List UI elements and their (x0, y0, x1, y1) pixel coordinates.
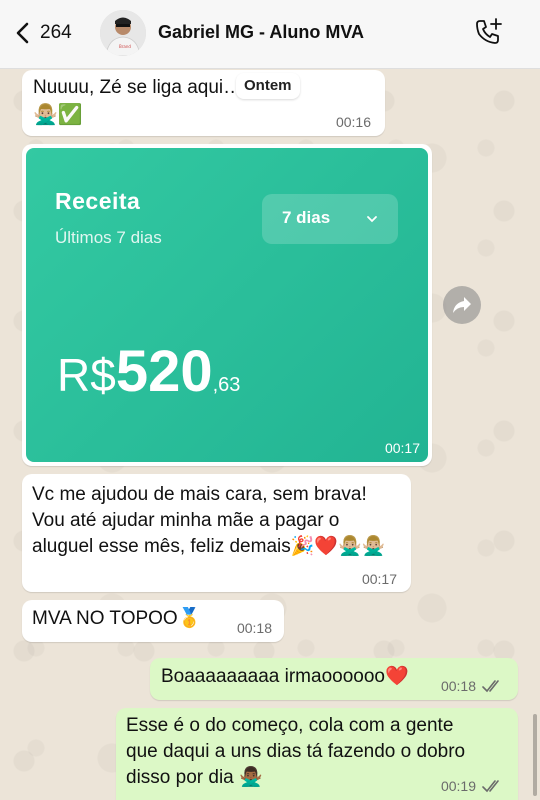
image-message-bubble[interactable]: Receita Últimos 7 dias 7 dias R$520,63 0… (22, 144, 432, 466)
back-button[interactable]: 264 (14, 18, 72, 48)
message-bubble-incoming[interactable]: Vc me ajudou de mais cara, sem brava! Vo… (22, 474, 411, 592)
message-bubble-outgoing[interactable]: Boaaaaaaaaa irmaoooooo❤️ 00:18 (150, 658, 518, 700)
revenue-amount: R$520,63 (57, 338, 240, 405)
message-time: 00:18 (236, 620, 272, 636)
unread-count: 264 (40, 22, 72, 43)
period-dropdown: 7 dias (262, 194, 398, 244)
date-separator: Ontem (236, 73, 300, 99)
svg-text:Brand: Brand (119, 44, 131, 49)
message-bubble-incoming[interactable]: MVA NO TOPOO🥇 00:18 (22, 600, 284, 642)
chevron-down-icon (367, 216, 377, 223)
scrollbar[interactable] (533, 714, 537, 796)
chat-header: 264 Brand Gabriel MG - Aluno MVA (0, 0, 540, 69)
forward-icon (453, 297, 471, 313)
currency-symbol: R$ (57, 349, 116, 401)
amount-value: 520 (115, 339, 213, 404)
call-add-icon[interactable] (474, 17, 504, 47)
message-text: Esse é o do começo, cola com a gente que… (126, 715, 466, 788)
message-text: MVA NO TOPOO🥇 (32, 608, 202, 629)
message-time: 00:18 (440, 678, 476, 694)
contact-name[interactable]: Gabriel MG - Aluno MVA (158, 22, 364, 43)
forward-button[interactable] (443, 286, 481, 324)
revenue-card-image[interactable]: Receita Últimos 7 dias 7 dias R$520,63 (26, 148, 428, 462)
message-text: Vc me ajudou de mais cara, sem brava! Vo… (32, 484, 386, 557)
back-chevron-icon (16, 22, 29, 44)
card-subtitle: Últimos 7 dias (55, 228, 162, 247)
double-check-icon (482, 780, 499, 793)
message-bubble-outgoing[interactable]: Esse é o do começo, cola com a gente que… (116, 708, 518, 800)
avatar-person-icon: Brand (100, 10, 146, 56)
message-time: 00:19 (440, 778, 476, 794)
message-bubble-incoming[interactable]: Nuuuu, Zé se liga aqui… 7 dias 🙅🏼‍♂️✅ 00… (22, 70, 385, 136)
card-title: Receita (55, 188, 141, 214)
double-check-icon (482, 680, 499, 693)
period-dropdown-label: 7 dias (282, 208, 331, 227)
message-time: 00:16 (335, 114, 371, 130)
amount-cents: ,63 (212, 374, 241, 396)
avatar[interactable]: Brand (100, 10, 146, 56)
message-emoji: 🙅🏼‍♂️✅ (33, 104, 83, 126)
message-time: 00:17 (384, 440, 420, 456)
message-time: 00:17 (361, 571, 397, 587)
message-text: Boaaaaaaaaa irmaoooooo❤️ (161, 666, 409, 687)
